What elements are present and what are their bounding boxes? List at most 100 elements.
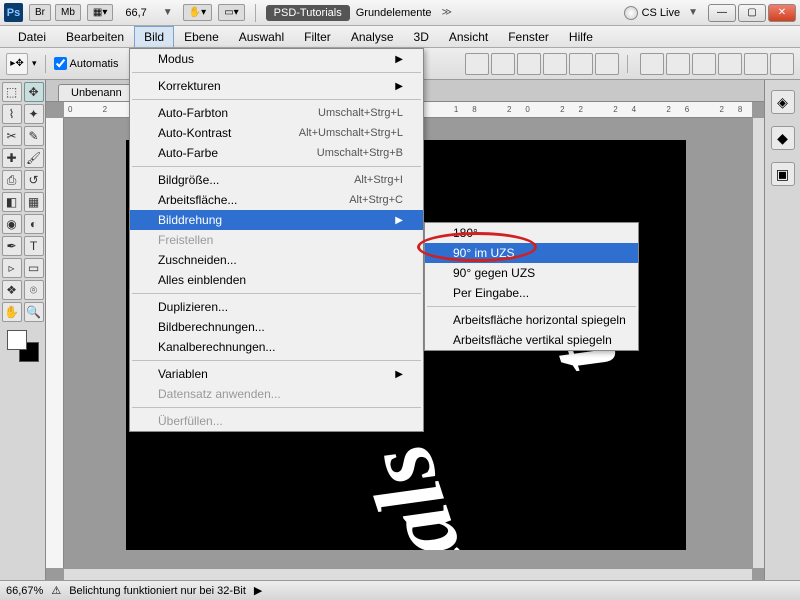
brush-tool[interactable]: 🖌 [24, 148, 44, 168]
stamp-tool[interactable]: ⎙ [2, 170, 22, 190]
color-swatches[interactable] [7, 330, 39, 362]
menu-3d[interactable]: 3D [404, 26, 439, 47]
status-arrow-icon[interactable]: ▶ [254, 584, 262, 597]
camera-tool[interactable]: ⌾ [24, 280, 44, 300]
cslive-button[interactable]: CS Live ▼ [624, 6, 702, 20]
move-tool-icon[interactable]: ▸✥ [6, 53, 28, 75]
distribute-button[interactable] [770, 53, 794, 75]
menu-auswahl[interactable]: Auswahl [229, 26, 294, 47]
menu-item[interactable]: 90° im UZS [425, 243, 638, 263]
hand-tool[interactable]: ✋ [2, 302, 22, 322]
menu-item[interactable]: Variablen▶ [130, 364, 423, 384]
align-button[interactable] [569, 53, 593, 75]
distribute-button[interactable] [640, 53, 664, 75]
menu-item[interactable]: 180° [425, 223, 638, 243]
heal-tool[interactable]: ✚ [2, 148, 22, 168]
statusbar: 66,67% ⚠ Belichtung funktioniert nur bei… [0, 580, 800, 600]
menu-item[interactable]: 90° gegen UZS [425, 263, 638, 283]
pen-tool[interactable]: ✒ [2, 236, 22, 256]
menu-item[interactable]: Arbeitsfläche...Alt+Strg+C [130, 190, 423, 210]
channels-panel-icon[interactable]: ◆ [771, 126, 795, 150]
scrollbar-horizontal[interactable] [64, 568, 752, 580]
menu-item[interactable]: Duplizieren... [130, 297, 423, 317]
menu-fenster[interactable]: Fenster [498, 26, 559, 47]
3d-tool[interactable]: ❖ [2, 280, 22, 300]
dodge-tool[interactable]: ◐ [24, 214, 44, 234]
menubar: DateiBearbeitenBildEbeneAuswahlFilterAna… [0, 26, 800, 48]
crop-tool[interactable]: ✂ [2, 126, 22, 146]
paths-panel-icon[interactable]: ▣ [771, 162, 795, 186]
menu-item[interactable]: Modus▶ [130, 49, 423, 69]
history-tool[interactable]: ↺ [24, 170, 44, 190]
gradient-tool[interactable]: ▦ [24, 192, 44, 212]
minibridge-chip[interactable]: Mb [55, 4, 81, 21]
menu-ebene[interactable]: Ebene [174, 26, 229, 47]
menu-bild[interactable]: Modus▶ Korrekturen▶ Auto-FarbtonUmschalt+S… [129, 48, 424, 432]
cslive-icon [624, 6, 638, 20]
menu-item[interactable]: Auto-FarbtonUmschalt+Strg+L [130, 103, 423, 123]
hand-chip[interactable]: ✋▾ [183, 4, 212, 21]
distribute-button[interactable] [666, 53, 690, 75]
distribute-button[interactable] [718, 53, 742, 75]
grundelemente-label[interactable]: Grundelemente [356, 7, 432, 19]
lasso-tool[interactable]: ⌇ [2, 104, 22, 124]
eyedropper-tool[interactable]: ✎ [24, 126, 44, 146]
menu-analyse[interactable]: Analyse [341, 26, 404, 47]
menu-bearbeiten[interactable]: Bearbeiten [56, 26, 134, 47]
distribute-button[interactable] [692, 53, 716, 75]
screen-chip[interactable]: ▭▾ [218, 4, 244, 21]
path-tool[interactable]: ▹ [2, 258, 22, 278]
align-button[interactable] [491, 53, 515, 75]
align-button[interactable] [517, 53, 541, 75]
wand-tool[interactable]: ✦ [24, 104, 44, 124]
menu-item[interactable]: Arbeitsfläche horizontal spiegeln [425, 310, 638, 330]
menu-item[interactable]: Bilddrehung▶ [130, 210, 423, 230]
zoom-down-icon[interactable]: ▼ [159, 7, 177, 18]
panels-dock: ◈ ◆ ▣ [764, 80, 800, 580]
menu-item[interactable]: Per Eingabe... [425, 283, 638, 303]
menu-bilddrehung[interactable]: 180°90° im UZS90° gegen UZSPer Eingabe..… [424, 222, 639, 351]
marquee-tool[interactable]: ⬚ [2, 82, 22, 102]
menu-item: Datensatz anwenden... [130, 384, 423, 404]
menu-item[interactable]: Alles einblenden [130, 270, 423, 290]
menu-bild[interactable]: Bild [134, 26, 174, 47]
psd-tutorials-button[interactable]: PSD-Tutorials [266, 5, 350, 21]
menu-item[interactable]: Bildberechnungen... [130, 317, 423, 337]
menu-item[interactable]: Auto-FarbeUmschalt+Strg+B [130, 143, 423, 163]
menu-item: Überfüllen... [130, 411, 423, 431]
shape-tool[interactable]: ▭ [24, 258, 44, 278]
status-zoom[interactable]: 66,67% [6, 585, 43, 597]
menu-item[interactable]: Kanalberechnungen... [130, 337, 423, 357]
align-button[interactable] [543, 53, 567, 75]
minimize-button[interactable]: — [708, 4, 736, 22]
menu-item: Freistellen [130, 230, 423, 250]
menu-hilfe[interactable]: Hilfe [559, 26, 603, 47]
scrollbar-vertical[interactable] [752, 118, 764, 568]
type-tool[interactable]: T [24, 236, 44, 256]
align-button[interactable] [595, 53, 619, 75]
chevrons-icon[interactable]: ≫ [438, 7, 456, 18]
menu-item[interactable]: Auto-KontrastAlt+Umschalt+Strg+L [130, 123, 423, 143]
auto-select-checkbox[interactable]: Automatis [54, 57, 119, 70]
layers-panel-icon[interactable]: ◈ [771, 90, 795, 114]
align-button[interactable] [465, 53, 489, 75]
view-chip[interactable]: ▦▾ [87, 4, 113, 21]
blur-tool[interactable]: ◉ [2, 214, 22, 234]
menu-item[interactable]: Bildgröße...Alt+Strg+I [130, 170, 423, 190]
eraser-tool[interactable]: ◧ [2, 192, 22, 212]
menu-item[interactable]: Korrekturen▶ [130, 76, 423, 96]
distribute-button[interactable] [744, 53, 768, 75]
menu-item[interactable]: Zuschneiden... [130, 250, 423, 270]
close-button[interactable]: ✕ [768, 4, 796, 22]
menu-filter[interactable]: Filter [294, 26, 341, 47]
menu-ansicht[interactable]: Ansicht [439, 26, 498, 47]
zoom-tool[interactable]: 🔍 [24, 302, 44, 322]
zoom-value[interactable]: 66,7 [119, 7, 152, 19]
move-tool[interactable]: ✥ [24, 82, 44, 102]
document-tab[interactable]: Unbenann [58, 84, 135, 101]
bridge-chip[interactable]: Br [29, 4, 51, 21]
maximize-button[interactable]: ▢ [738, 4, 766, 22]
foreground-swatch[interactable] [7, 330, 27, 350]
menu-item[interactable]: Arbeitsfläche vertikal spiegeln [425, 330, 638, 350]
menu-datei[interactable]: Datei [8, 26, 56, 47]
